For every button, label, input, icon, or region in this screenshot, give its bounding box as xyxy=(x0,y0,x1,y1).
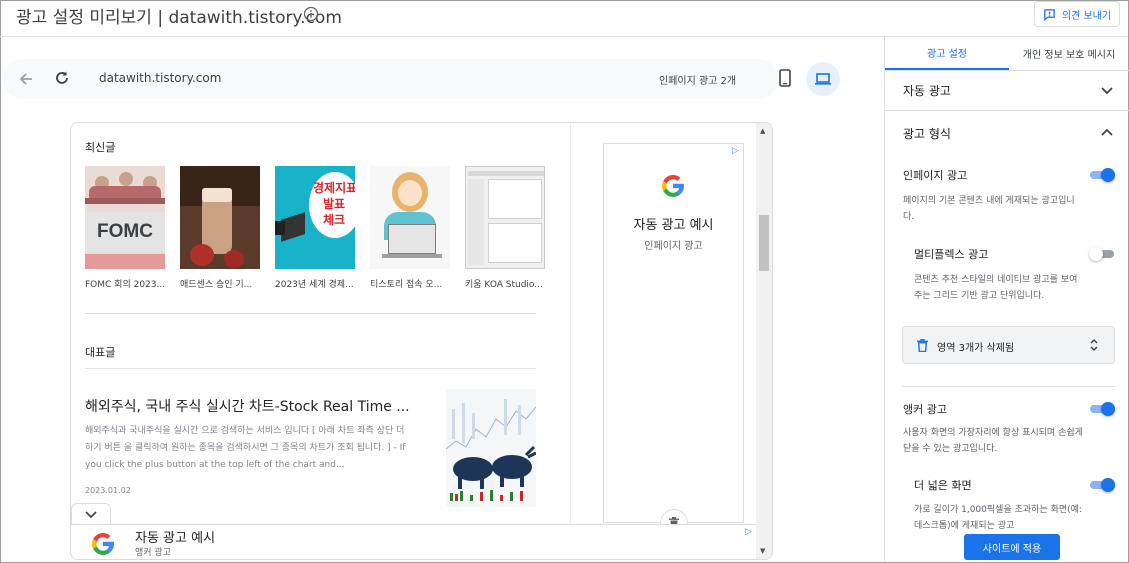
adchoices-icon[interactable]: ▷ xyxy=(732,146,739,156)
koa-studio-thumbnail xyxy=(465,166,545,269)
latest-post-caption: 애드센스 승인 기... xyxy=(180,280,253,290)
latest-post-caption: 티스토리 접속 오... xyxy=(370,280,443,290)
tab-privacy-messages[interactable]: 개인 정보 보호 메시지 xyxy=(1009,37,1129,70)
unfold-icon xyxy=(1090,339,1098,351)
latest-post-caption: 키움 KOA Studio... xyxy=(465,280,543,290)
section-divider xyxy=(85,368,536,369)
smartphone-icon xyxy=(779,69,791,87)
inpage-ads-description: 페이지의 기본 콘텐츠 내에 게재되는 광고입니다. xyxy=(903,196,1075,222)
featured-post-title[interactable]: 해외주식, 국내 주식 실시간 차트-Stock Real Time ... xyxy=(85,396,410,416)
economy-thumbnail-text: 경제지표 발표 체크 xyxy=(313,181,355,227)
section-divider xyxy=(85,313,536,314)
inpage-ad-count: 인페이지 광고 2개 xyxy=(659,76,737,87)
inpage-ads-label: 인페이지 광고 xyxy=(903,169,968,182)
reload-icon[interactable] xyxy=(53,69,71,87)
scroll-down-arrow-icon[interactable]: ▼ xyxy=(760,547,765,555)
anchor-ads-description: 사용자 화면의 가장자리에 항상 표시되며 손쉽게 닫을 수 있는 광고입니다. xyxy=(903,428,1083,454)
site-preview: 최신글 FOMC FOMC 회의 2023... 애드센스 승인 기... 경제… xyxy=(70,122,773,560)
fomc-label: FOMC xyxy=(85,212,165,252)
google-logo-icon xyxy=(661,175,685,198)
chevron-up-icon[interactable] xyxy=(1100,125,1114,139)
info-icon[interactable] xyxy=(303,6,319,22)
latest-post-item[interactable]: 티스토리 접속 오... xyxy=(370,166,450,290)
featured-post-date: 2023.01.02 xyxy=(85,486,131,495)
adchoices-icon[interactable]: ▷ xyxy=(745,527,752,537)
anchor-ad-title: 자동 광고 예시 xyxy=(135,531,216,546)
latest-post-item[interactable]: 경제지표 발표 체크 2023년 세계 경제... xyxy=(275,166,355,290)
multiplex-ads-label: 멀티플렉스 광고 xyxy=(914,248,989,261)
mobile-view-button[interactable] xyxy=(772,64,798,92)
chevron-down-icon[interactable] xyxy=(1100,83,1114,97)
feedback-label: 의견 보내기 xyxy=(1061,10,1112,22)
trash-icon xyxy=(917,339,928,352)
latest-posts-list: FOMC FOMC 회의 2023... 애드센스 승인 기... 경제지표 발… xyxy=(85,166,545,290)
latest-posts-heading: 최신글 xyxy=(85,141,116,154)
anchor-ad-placeholder: 자동 광고 예시 앵커 광고 ▷ xyxy=(71,524,756,559)
preview-scrollbar[interactable]: ▲ ▼ xyxy=(756,123,772,559)
send-feedback-button[interactable]: 의견 보내기 xyxy=(1034,1,1120,27)
chevron-down-icon xyxy=(85,510,97,518)
page-header: 광고 설정 미리보기 | datawith.tistory.com 의견 보내기 xyxy=(0,0,1127,37)
coffee-thumbnail xyxy=(180,166,260,269)
preview-address-bar: datawith.tistory.com 인페이지 광고 2개 xyxy=(3,59,778,99)
wider-screen-label: 더 넓은 화면 xyxy=(914,479,972,492)
anchor-ad-subtitle: 앵커 광고 xyxy=(135,548,171,558)
featured-post-thumbnail[interactable] xyxy=(446,389,536,507)
economy-thumbnail: 경제지표 발표 체크 xyxy=(275,166,355,269)
side-ad-title: 자동 광고 예시 xyxy=(633,218,714,233)
tabs-divider xyxy=(885,70,1129,71)
back-arrow-icon[interactable] xyxy=(17,70,35,88)
inpage-ad-placeholder: ▷ 자동 광고 예시 인페이지 광고 xyxy=(603,143,744,523)
side-ad-subtitle: 인페이지 광고 xyxy=(644,241,703,252)
featured-posts-heading: 대표글 xyxy=(85,346,116,359)
anchor-ads-toggle[interactable] xyxy=(1090,402,1115,416)
blog-content: 최신글 FOMC FOMC 회의 2023... 애드센스 승인 기... 경제… xyxy=(71,123,571,559)
fomc-thumbnail: FOMC xyxy=(85,166,165,269)
removed-areas-label: 영역 3개가 삭제됨 xyxy=(937,343,1015,354)
anchor-ads-label: 앵커 광고 xyxy=(903,403,947,416)
latest-post-item[interactable]: 키움 KOA Studio... xyxy=(465,166,545,290)
latest-post-caption: 2023년 세계 경제... xyxy=(275,280,354,290)
ad-format-section-header[interactable]: 광고 형식 xyxy=(903,125,951,142)
tistory-error-thumbnail xyxy=(370,166,450,269)
featured-post-excerpt: 해외주식과 국내주식을 실시간 으로 검색하는 서비스 입니다 [ 아래 차트 … xyxy=(85,426,406,470)
latest-post-caption: FOMC 회의 2023... xyxy=(85,280,165,290)
scrollbar-thumb[interactable] xyxy=(759,215,769,271)
desktop-view-button[interactable] xyxy=(806,62,840,96)
scroll-up-arrow-icon[interactable]: ▲ xyxy=(760,127,765,135)
collapse-anchor-button[interactable] xyxy=(71,503,111,525)
removed-areas-select[interactable]: 영역 3개가 삭제됨 xyxy=(902,326,1115,364)
feedback-icon xyxy=(1044,8,1055,21)
auto-ads-section-header[interactable]: 자동 광고 xyxy=(903,82,951,99)
tab-ad-settings[interactable]: 광고 설정 xyxy=(885,37,1009,70)
section-divider xyxy=(885,110,1129,111)
laptop-icon xyxy=(815,73,831,85)
apply-to-site-button[interactable]: 사이트에 적용 xyxy=(964,534,1060,560)
latest-post-item[interactable]: FOMC FOMC 회의 2023... xyxy=(85,166,165,290)
bull-bear-chart-image xyxy=(446,389,536,507)
latest-post-item[interactable]: 애드센스 승인 기... xyxy=(180,166,260,290)
page-title: 광고 설정 미리보기 | datawith.tistory.com xyxy=(16,8,342,28)
wider-screen-toggle[interactable] xyxy=(1090,478,1115,492)
multiplex-ads-description: 콘텐츠 추천 스타일의 네이티브 광고를 보여 주는 그리드 기반 광고 단위입… xyxy=(914,275,1078,301)
section-divider xyxy=(902,386,1116,387)
google-logo-icon xyxy=(91,533,115,556)
inpage-ads-toggle[interactable] xyxy=(1090,168,1115,182)
wider-screen-description: 가로 길이가 1,000픽셀을 초과하는 화면(예: 데스크톱)에 게재되는 광… xyxy=(914,505,1082,531)
settings-panel: 광고 설정 개인 정보 보호 메시지 자동 광고 광고 형식 인페이지 광고 페… xyxy=(884,37,1129,562)
preview-url: datawith.tistory.com xyxy=(99,71,222,85)
multiplex-ads-toggle[interactable] xyxy=(1089,247,1114,261)
